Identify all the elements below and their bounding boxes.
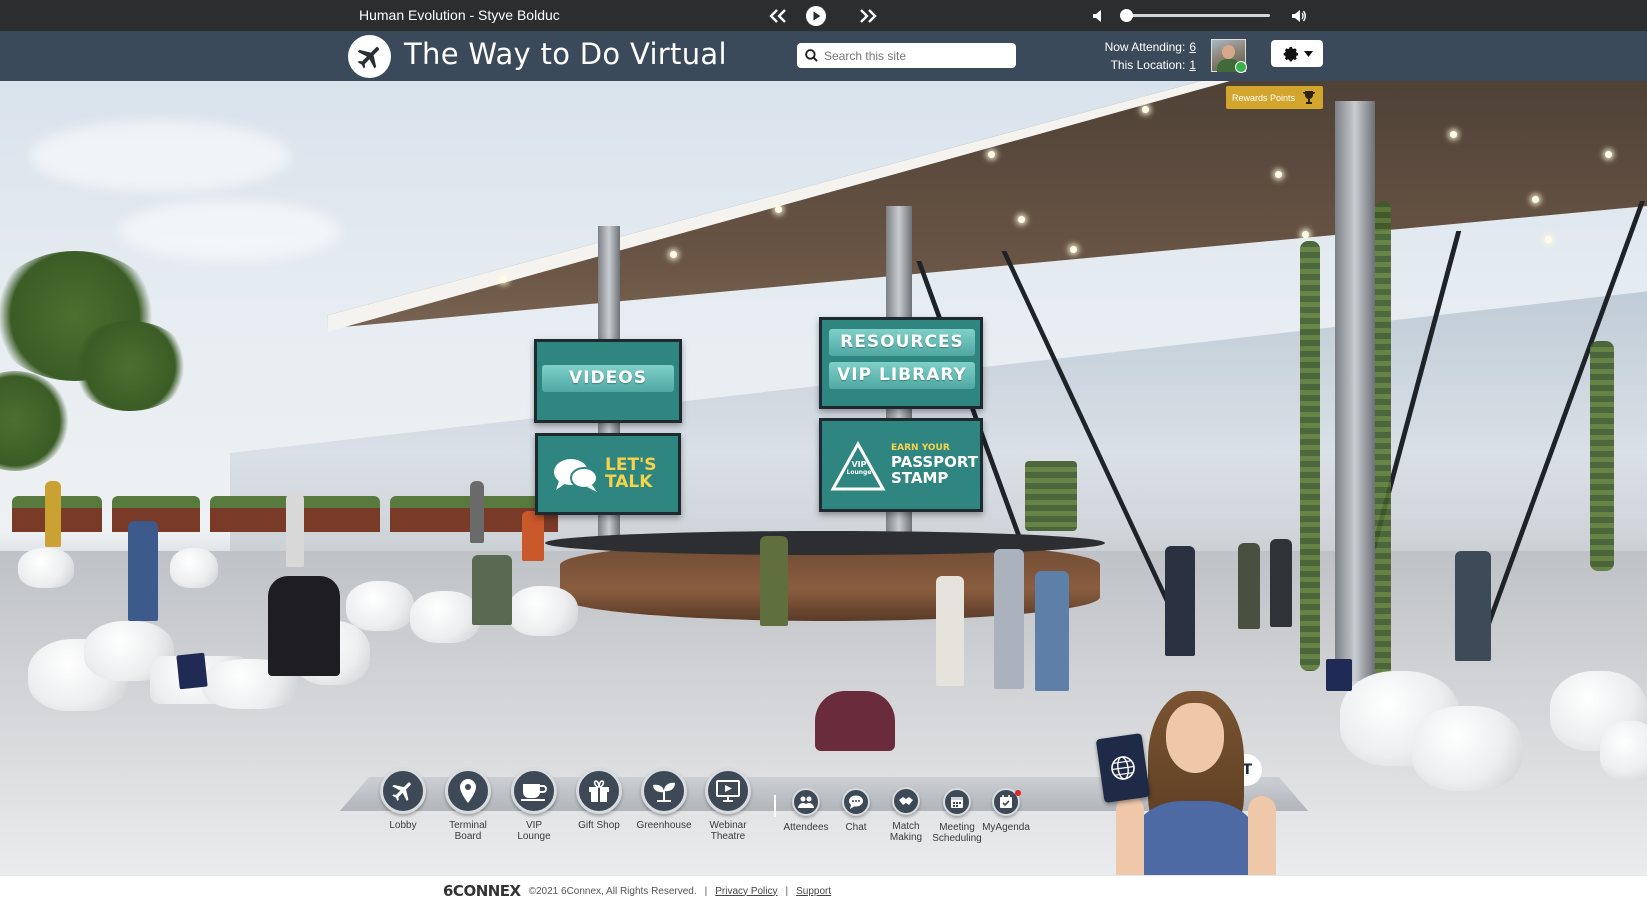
caret-down-icon	[1303, 50, 1313, 57]
footer-brand-logo: 6CONNEX	[443, 882, 521, 900]
next-track-button[interactable]	[857, 5, 879, 27]
nav-my-agenda[interactable]: MyAgenda	[981, 788, 1031, 833]
chat-bubbles-icon	[554, 459, 598, 492]
now-attending: Now Attending: 6	[1105, 40, 1196, 54]
search-input[interactable]	[824, 48, 1004, 63]
search-icon	[805, 49, 818, 62]
agenda-icon	[1000, 795, 1012, 808]
volume-slider[interactable]	[1124, 14, 1270, 17]
chat-icon	[849, 795, 863, 809]
nav-label: Greenhouse	[636, 820, 692, 831]
column	[1335, 101, 1375, 681]
passport-stamp-label: PASSPORT STAMP	[891, 453, 979, 487]
handshake-icon	[899, 797, 913, 805]
lets-talk-sign[interactable]: LET'S TALK	[535, 433, 681, 515]
mute-button[interactable]	[1090, 5, 1106, 27]
videos-sign[interactable]: VIDEOS	[534, 339, 682, 423]
airplane-logo-icon	[357, 46, 379, 68]
privacy-policy-link[interactable]: Privacy Policy	[715, 886, 777, 897]
nav-greenhouse[interactable]: Greenhouse	[636, 768, 692, 831]
now-attending-label: Now Attending:	[1104, 40, 1186, 54]
settings-menu-button[interactable]	[1271, 40, 1323, 67]
nav-vip-lounge[interactable]: VIP Lounge	[508, 768, 560, 842]
this-location-count[interactable]: 1	[1189, 58, 1196, 72]
this-location: This Location: 1	[1111, 58, 1196, 72]
resources-sign[interactable]: RESOURCES VIP LIBRARY	[819, 317, 983, 409]
rewards-points-label: Rewards Points	[1232, 92, 1296, 103]
nav-label: Attendees	[783, 822, 829, 833]
nav-label: Match Making	[889, 821, 923, 843]
nav-label: Terminal Board	[449, 820, 487, 842]
nav-label: Gift Shop	[578, 820, 620, 831]
lets-talk-label: LET'S TALK	[605, 455, 657, 492]
nav-lobby[interactable]: Lobby	[378, 768, 428, 831]
passport-book-icon[interactable]	[1326, 659, 1352, 691]
resources-button[interactable]: RESOURCES	[829, 329, 975, 356]
site-logo[interactable]	[348, 35, 391, 78]
vip-lounge-badge-text: VIP Lounge	[846, 460, 872, 477]
passport-book-icon[interactable]	[176, 652, 208, 690]
monitor-play-icon	[716, 780, 740, 802]
support-link[interactable]: Support	[796, 886, 831, 897]
now-attending-count[interactable]: 6	[1189, 40, 1196, 54]
nav-webinar-theatre[interactable]: Webinar Theatre	[703, 768, 753, 842]
passport-stamp-sign[interactable]: VIP Lounge EARN YOUR PASSPORT STAMP	[819, 418, 983, 512]
gift-icon	[589, 780, 609, 802]
rewind-icon	[769, 9, 786, 23]
nav-label: Webinar Theatre	[709, 820, 747, 842]
videos-button[interactable]: VIDEOS	[542, 365, 674, 392]
site-header: The Way to Do Virtual Now Attending:6 Th…	[0, 31, 1647, 81]
volume-slider-handle[interactable]	[1120, 9, 1133, 22]
online-status-icon	[1235, 61, 1247, 73]
nav-label: VIP Lounge	[517, 820, 551, 842]
nav-attendees[interactable]: Attendees	[783, 788, 829, 833]
calendar-icon	[951, 797, 963, 808]
nav-label: Meeting Scheduling	[932, 822, 982, 844]
site-title: The Way to Do Virtual	[404, 37, 727, 71]
nav-match-making[interactable]: Match Making	[883, 787, 929, 843]
notification-dot	[1015, 790, 1021, 796]
speaker-icon	[1093, 10, 1101, 22]
site-footer: 6CONNEX ©2021 6Connex, All Rights Reserv…	[0, 875, 1647, 902]
nav-label: MyAgenda	[982, 822, 1030, 833]
footer-separator: |	[785, 885, 789, 897]
airplane-icon	[392, 782, 411, 801]
track-title: Human Evolution - Styve Bolduc	[359, 7, 560, 23]
virtual-lobby-scene: Rewards Points VIDEOS RESOURCES VIP LIBR…	[0, 81, 1647, 902]
user-avatar[interactable]	[1211, 39, 1247, 73]
rewards-points-button[interactable]: Rewards Points	[1226, 86, 1323, 109]
footer-separator: |	[704, 885, 708, 897]
previous-track-button[interactable]	[767, 5, 789, 27]
speaker-loud-icon	[1292, 10, 1306, 22]
media-player-bar: Human Evolution - Styve Bolduc	[0, 0, 1647, 31]
search-box[interactable]	[797, 43, 1016, 68]
vip-library-button[interactable]: VIP LIBRARY	[829, 362, 975, 389]
sprout-icon	[653, 782, 675, 802]
trophy-icon	[1303, 91, 1315, 104]
passport-card[interactable]	[1095, 733, 1151, 803]
this-location-label: This Location:	[1110, 58, 1186, 72]
play-icon	[806, 6, 826, 26]
nav-label: Chat	[845, 822, 867, 833]
fast-forward-icon	[860, 9, 877, 23]
coffee-cup-icon	[521, 784, 547, 801]
play-button[interactable]	[805, 5, 827, 27]
gear-icon	[1283, 46, 1298, 61]
copyright-text: ©2021 6Connex, All Rights Reserved.	[528, 885, 697, 897]
people-icon	[798, 796, 814, 808]
nav-label: Lobby	[389, 820, 417, 831]
location-pin-icon	[460, 779, 476, 803]
earn-your-label: EARN YOUR	[891, 443, 950, 453]
nav-terminal-board[interactable]: Terminal Board	[443, 768, 493, 842]
max-volume-button[interactable]	[1290, 5, 1308, 27]
nav-chat[interactable]: Chat	[834, 788, 878, 833]
globe-icon	[1111, 756, 1135, 780]
nav-meeting-scheduling[interactable]: Meeting Scheduling	[929, 788, 985, 844]
nav-gift-shop[interactable]: Gift Shop	[573, 768, 625, 831]
nav-divider	[774, 795, 776, 817]
